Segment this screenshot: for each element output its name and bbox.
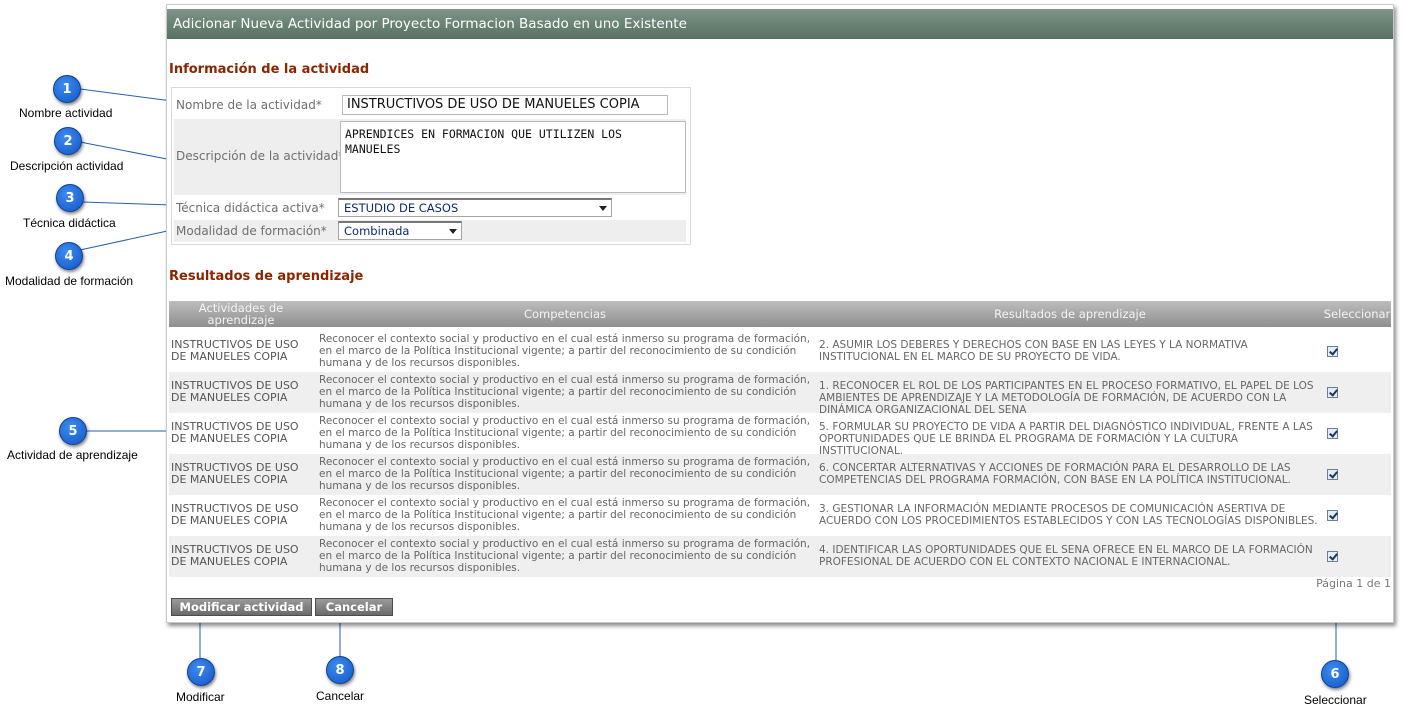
competency-cell: Reconocer el contexto social y productiv… — [319, 497, 811, 533]
activity-form: Nombre de la actividad* INSTRUCTIVOS DE … — [171, 87, 691, 245]
training-modality-value: Combinada — [344, 224, 410, 238]
activity-cell: INSTRUCTIVOS DE USO DE MANUELES COPIA — [171, 502, 299, 527]
callout-label: Actividad de aprendizaje — [7, 448, 138, 462]
teaching-technique-value: ESTUDIO DE CASOS — [344, 201, 459, 215]
callout-label: Modalidad de formación — [5, 274, 134, 288]
callout-number: 1 — [53, 75, 81, 103]
callout-number: 7 — [187, 658, 215, 686]
row-activity-description: Descripción de la actividad* APRENDICES … — [174, 119, 686, 195]
callout-number: 5 — [59, 417, 87, 445]
callout-label: Nombre actividad — [19, 106, 113, 120]
callout-label: Técnica didáctica — [23, 216, 116, 230]
callout-number: 8 — [326, 656, 354, 684]
select-checkbox[interactable] — [1327, 469, 1338, 480]
result-cell: 4. IDENTIFICAR LAS OPORTUNIDADES QUE EL … — [819, 544, 1313, 568]
callout-label: Modificar — [176, 690, 225, 704]
competency-cell: Reconocer el contexto social y productiv… — [319, 415, 811, 451]
teaching-technique-label: Técnica didáctica activa* — [176, 201, 325, 215]
header-competencies[interactable]: Competencias — [319, 308, 811, 320]
activity-cell: INSTRUCTIVOS DE USO DE MANUELES COPIA — [171, 338, 299, 363]
table-row: INSTRUCTIVOS DE USO DE MANUELES COPIA Rec… — [169, 495, 1391, 536]
row-activity-name: Nombre de la actividad* INSTRUCTIVOS DE … — [174, 90, 686, 118]
section-activity-info: Información de la actividad — [169, 62, 370, 77]
table-row: INSTRUCTIVOS DE USO DE MANUELES COPIA Rec… — [169, 413, 1391, 457]
result-cell: 6. CONCERTAR ALTERNATIVAS Y ACCIONES DE … — [819, 462, 1291, 486]
table-row: INSTRUCTIVOS DE USO DE MANUELES COPIA Rec… — [169, 372, 1391, 416]
result-cell: 2. ASUMIR LOS DEBERES Y DERECHOS CON BAS… — [819, 339, 1248, 363]
callout-number: 6 — [1321, 660, 1349, 688]
competency-cell: Reconocer el contexto social y productiv… — [319, 538, 811, 574]
row-training-modality: Modalidad de formación* Combinada — [174, 220, 686, 242]
training-modality-select[interactable]: Combinada — [338, 221, 462, 240]
competency-cell: Reconocer el contexto social y productiv… — [319, 333, 811, 369]
activity-description-textarea[interactable]: APRENDICES EN FORMACION QUE UTILIZEN LOS… — [340, 121, 686, 193]
select-checkbox[interactable] — [1327, 346, 1338, 357]
result-cell: 1. RECONOCER EL ROL DE LOS PARTICIPANTES… — [819, 380, 1314, 416]
result-cell: 5. FORMULAR SU PROYECTO DE VIDA A PARTIR… — [819, 421, 1313, 457]
result-cell: 3. GESTIONAR LA INFORMACIÓN MEDIANTE PRO… — [819, 503, 1318, 527]
pagination-info: Página 1 de 1 — [1316, 577, 1391, 590]
select-checkbox[interactable] — [1327, 428, 1338, 439]
grid-header: Actividades de aprendizaje Competencias … — [169, 301, 1391, 327]
callout-number: 3 — [56, 184, 84, 212]
activity-name-label: Nombre de la actividad* — [176, 98, 322, 112]
callout-label: Seleccionar — [1304, 693, 1367, 707]
activity-cell: INSTRUCTIVOS DE USO DE MANUELES COPIA — [171, 379, 299, 404]
select-checkbox[interactable] — [1327, 551, 1338, 562]
competency-cell: Reconocer el contexto social y productiv… — [319, 374, 811, 410]
activity-cell: INSTRUCTIVOS DE USO DE MANUELES COPIA — [171, 543, 299, 568]
callout-number: 4 — [55, 242, 83, 270]
dialog-title: Adicionar Nueva Actividad por Proyecto F… — [167, 9, 1393, 39]
modify-activity-button[interactable]: Modificar actividad — [171, 598, 312, 616]
activity-cell: INSTRUCTIVOS DE USO DE MANUELES COPIA — [171, 461, 299, 486]
competency-cell: Reconocer el contexto social y productiv… — [319, 456, 811, 492]
teaching-technique-select[interactable]: ESTUDIO DE CASOS — [338, 198, 612, 217]
header-select[interactable]: Seleccionar — [1321, 308, 1393, 320]
training-modality-label: Modalidad de formación* — [176, 224, 327, 238]
callout-label: Cancelar — [316, 689, 365, 703]
header-results[interactable]: Resultados de aprendizaje — [819, 308, 1321, 320]
cancel-button[interactable]: Cancelar — [315, 598, 393, 616]
row-teaching-technique: Técnica didáctica activa* ESTUDIO DE CAS… — [174, 196, 686, 220]
table-row: INSTRUCTIVOS DE USO DE MANUELES COPIA Rec… — [169, 536, 1391, 577]
callout-number: 2 — [54, 127, 82, 155]
chevron-down-icon — [449, 229, 457, 234]
header-activities[interactable]: Actividades de aprendizaje — [171, 302, 311, 326]
select-checkbox[interactable] — [1327, 510, 1338, 521]
callout-label: Descripción actividad — [10, 159, 124, 173]
select-checkbox[interactable] — [1327, 387, 1338, 398]
activity-cell: INSTRUCTIVOS DE USO DE MANUELES COPIA — [171, 420, 299, 445]
chevron-down-icon — [599, 206, 607, 211]
section-learning-results: Resultados de aprendizaje — [169, 269, 364, 284]
table-row: INSTRUCTIVOS DE USO DE MANUELES COPIA Rec… — [169, 331, 1391, 372]
activity-description-label: Descripción de la actividad* — [176, 149, 345, 163]
table-row: INSTRUCTIVOS DE USO DE MANUELES COPIA Rec… — [169, 454, 1391, 495]
activity-name-input[interactable]: INSTRUCTIVOS DE USO DE MANUELES COPIA — [342, 95, 668, 115]
activity-dialog: Adicionar Nueva Actividad por Proyecto F… — [166, 4, 1394, 623]
